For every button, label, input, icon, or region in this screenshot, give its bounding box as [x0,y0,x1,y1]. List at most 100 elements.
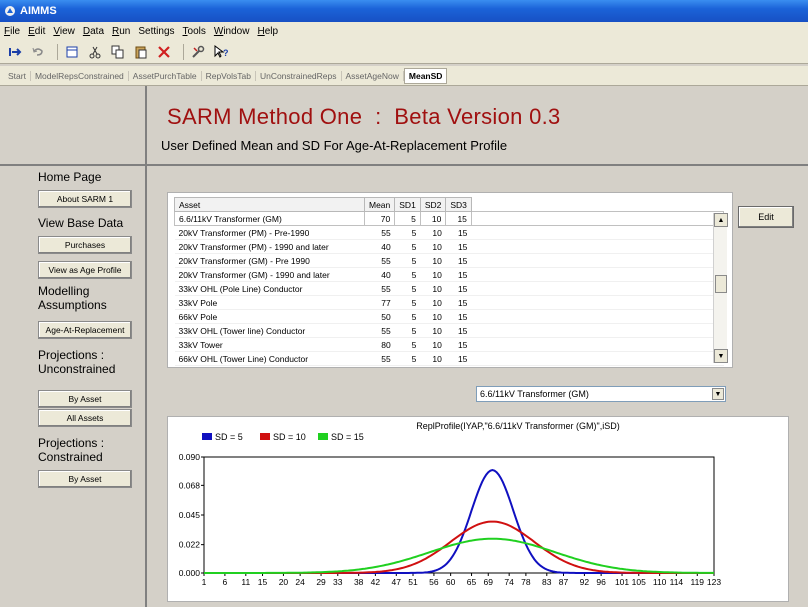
mean-cell[interactable]: 55 [364,253,395,268]
sd3-cell[interactable]: 15 [445,225,472,240]
mean-cell[interactable]: 40 [364,239,395,254]
edit-button[interactable]: Edit [738,206,794,228]
x-tick-label: 114 [670,577,684,587]
by-asset-constrained-button[interactable]: By Asset [38,470,132,488]
menu-item-run[interactable]: Run [112,26,130,37]
help-pointer-icon[interactable]: ? [212,43,230,61]
projections-unconstrained-label: Projections : [38,348,105,362]
sd2-cell[interactable]: 10 [420,239,446,254]
table-row[interactable]: 33kV OHL (Pole Line) Conductor 55 5 10 15 [174,281,724,296]
purchases-button[interactable]: Purchases [38,236,132,254]
mean-cell[interactable]: 50 [364,309,395,324]
scroll-up-arrow-icon[interactable]: ▲ [714,213,728,227]
table-row[interactable]: 20kV Transformer (GM) - Pre 1990 55 5 10 15 [174,253,724,268]
mean-cell[interactable]: 55 [364,323,395,338]
about-sarm-button[interactable]: About SARM 1 [38,190,132,208]
menu-item-window[interactable]: Window [214,26,250,37]
mean-cell[interactable]: 70 [363,211,396,226]
row-filler [471,295,724,310]
sd2-cell[interactable]: 10 [420,351,446,366]
sd3-cell[interactable]: 15 [445,211,472,226]
menu-item-view[interactable]: View [53,26,75,37]
scroll-down-arrow-icon[interactable]: ▼ [714,349,728,363]
menu-label: Settings [138,25,175,37]
legend-swatch [318,433,328,440]
tools-icon[interactable] [189,43,207,61]
chevron-down-icon[interactable]: ▼ [712,388,724,400]
sd2-cell[interactable]: 10 [420,281,446,296]
tab-unconstrainedreps[interactable]: UnConstrainedReps [256,70,342,81]
mean-cell[interactable]: 77 [364,295,395,310]
delete-icon[interactable] [155,43,173,61]
sd3-cell[interactable]: 15 [445,295,472,310]
table-row[interactable]: 33kV OHL (Tower line) Conductor 55 5 10 15 [174,323,724,338]
sd3-cell[interactable]: 15 [445,351,472,366]
sd1-cell[interactable]: 5 [394,267,421,282]
asset-select-dropdown[interactable]: 6.6/11kV Transformer (GM) ▼ [476,386,726,402]
sd1-cell[interactable]: 5 [394,323,421,338]
sd1-cell[interactable]: 5 [394,253,421,268]
table-row[interactable]: 33kV Pole 77 5 10 15 [174,295,724,310]
sd3-cell[interactable]: 15 [445,323,472,338]
table-scrollbar[interactable]: ▲ ▼ [713,213,728,363]
table-row[interactable]: 20kV Transformer (PM) - 1990 and later 40… [174,239,724,254]
table-row[interactable]: 20kV Transformer (GM) - 1990 and later 40… [174,267,724,282]
all-assets-button[interactable]: All Assets [38,409,132,427]
page-icon[interactable] [63,43,81,61]
sd3-cell[interactable]: 15 [445,337,472,352]
sd1-cell[interactable]: 5 [394,225,421,240]
sd1-cell[interactable]: 5 [394,211,421,226]
age-at-replacement-button[interactable]: Age-At-Replacement [38,321,132,339]
copy-icon[interactable] [109,43,127,61]
menu-item-help[interactable]: Help [257,26,278,37]
by-asset-unconstrained-button[interactable]: By Asset [38,390,132,408]
sd2-cell[interactable]: 10 [420,295,446,310]
mean-cell[interactable]: 80 [364,337,395,352]
sd3-cell[interactable]: 15 [445,267,472,282]
sd1-cell[interactable]: 5 [394,239,421,254]
mean-cell[interactable]: 55 [364,225,395,240]
sd2-cell[interactable]: 10 [420,225,446,240]
sd2-cell[interactable]: 10 [420,267,446,282]
sd2-cell[interactable]: 10 [420,323,446,338]
tab-start[interactable]: Start [4,70,31,81]
sd1-cell[interactable]: 5 [394,295,421,310]
mean-cell[interactable]: 55 [364,281,395,296]
tab-modelrepsconstrained[interactable]: ModelRepsConstrained [31,70,129,81]
undo-icon[interactable] [29,43,47,61]
tab-assetpurchtable[interactable]: AssetPurchTable [129,70,202,81]
tab-assetagenow[interactable]: AssetAgeNow [342,70,404,81]
sd1-cell[interactable]: 5 [394,337,421,352]
sd2-cell[interactable]: 10 [420,309,446,324]
x-tick-label: 6 [223,577,228,587]
table-row[interactable]: 20kV Transformer (PM) - Pre-1990 55 5 10 15 [174,225,724,240]
view-age-profile-button[interactable]: View as Age Profile [38,261,132,279]
tab-repvolstab[interactable]: RepVolsTab [202,70,256,81]
menu-item-file[interactable]: File [4,26,20,37]
sd2-cell[interactable]: 10 [420,337,446,352]
menu-item-edit[interactable]: Edit [28,26,45,37]
mean-cell[interactable]: 40 [364,267,395,282]
tab-meansd[interactable]: MeanSD [403,67,448,84]
scroll-thumb[interactable] [715,275,727,293]
sd1-cell[interactable]: 5 [394,281,421,296]
sd3-cell[interactable]: 15 [445,309,472,324]
sd1-cell[interactable]: 5 [394,351,421,366]
mean-cell[interactable]: 55 [364,351,395,366]
table-row[interactable]: 66kV OHL (Tower Line) Conductor 55 5 10 15 [174,351,724,366]
sd3-cell[interactable]: 15 [445,239,472,254]
menu-item-settings[interactable]: Settings [138,26,174,37]
table-row[interactable]: 66kV Pole 50 5 10 15 [174,309,724,324]
sd2-cell[interactable]: 10 [420,253,446,268]
sd1-cell[interactable]: 5 [394,309,421,324]
table-row[interactable]: 33kV Tower 80 5 10 15 [174,337,724,352]
sd2-cell[interactable]: 10 [419,211,447,226]
menu-item-data[interactable]: Data [83,26,104,37]
sd3-cell[interactable]: 15 [445,253,472,268]
cut-icon[interactable] [86,43,104,61]
exit-icon[interactable] [6,43,24,61]
paste-icon[interactable] [132,43,150,61]
table-row[interactable]: 6.6/11kV Transformer (GM) 70 5 10 15 [174,211,725,226]
menu-item-tools[interactable]: Tools [183,26,206,37]
sd3-cell[interactable]: 15 [445,281,472,296]
